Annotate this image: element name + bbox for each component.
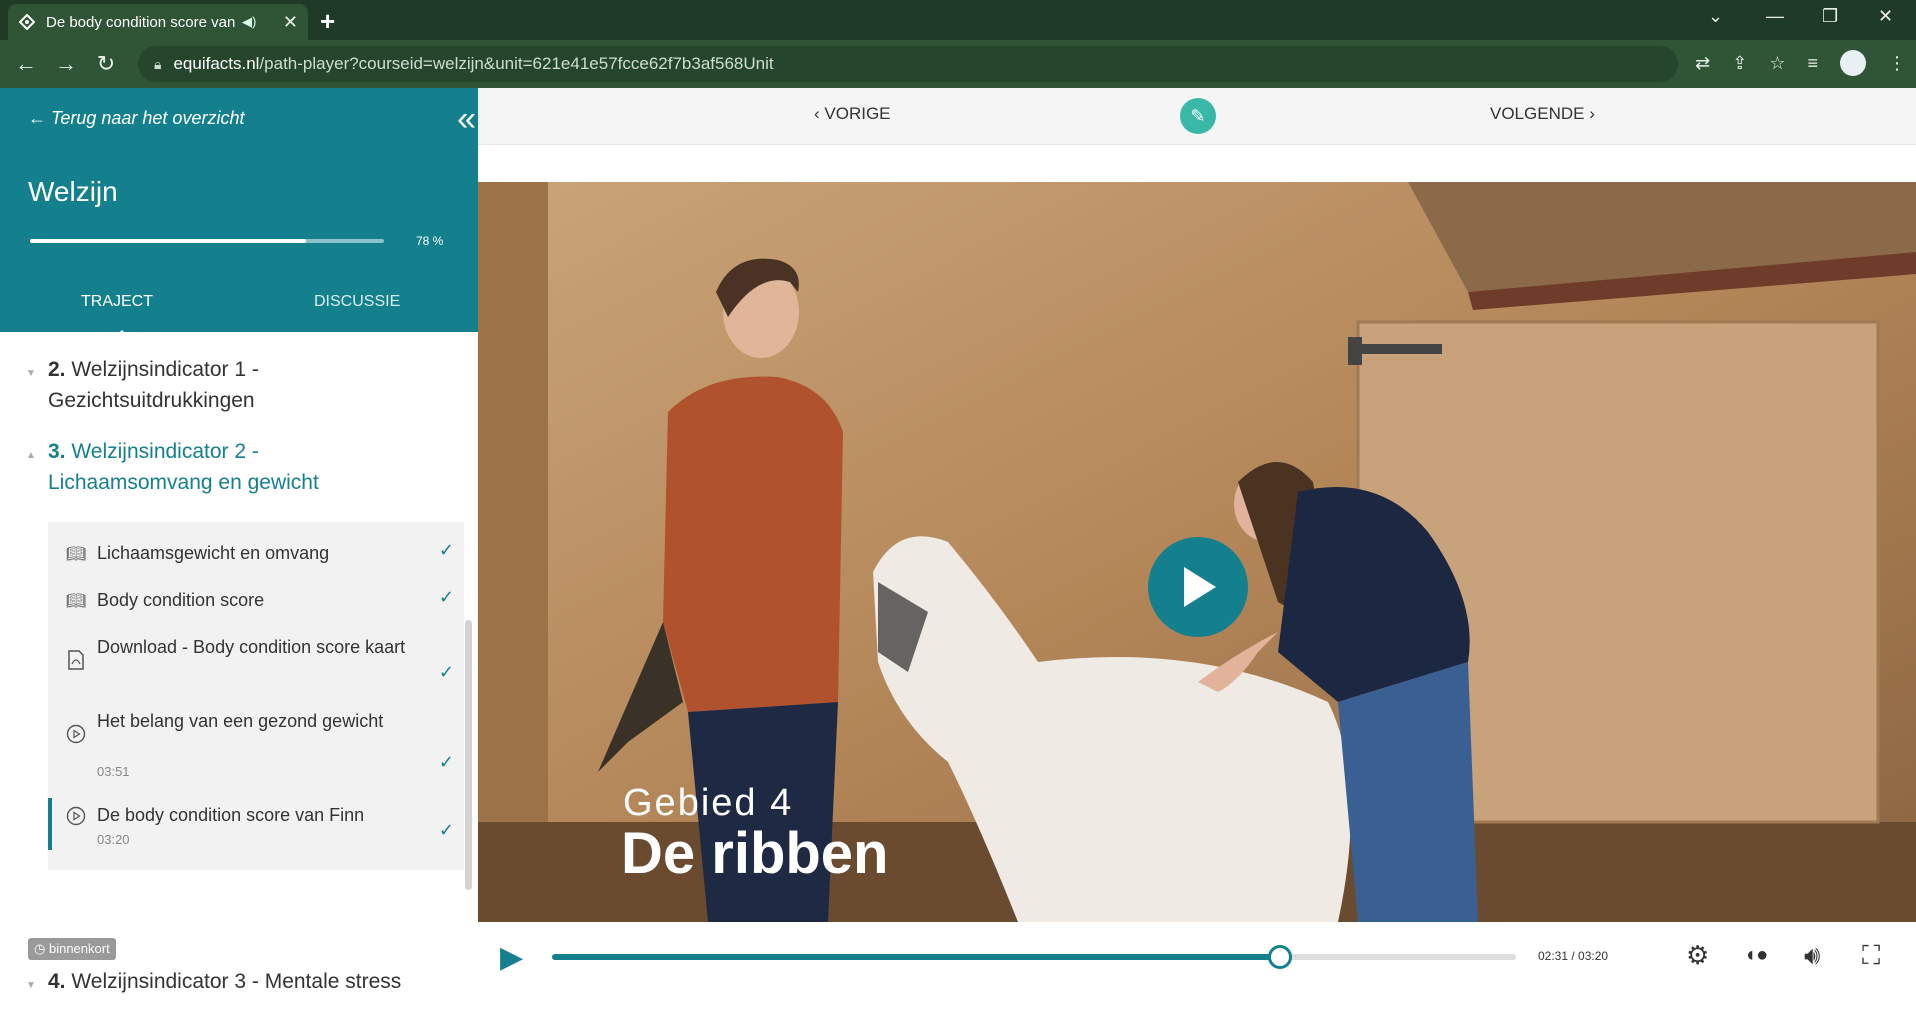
menu-kebab-icon[interactable]: ⋮ bbox=[1888, 53, 1906, 74]
sidebar-scrollbar[interactable] bbox=[465, 620, 472, 890]
url-host: equifacts.nl bbox=[173, 54, 260, 73]
chapter-caret-icon[interactable]: ▼ bbox=[26, 368, 36, 379]
completed-check-icon: ✓ bbox=[438, 752, 454, 772]
play-icon bbox=[1184, 567, 1216, 607]
coming-soon-label: binnenkort bbox=[48, 941, 110, 956]
chapter-3-number: 3. bbox=[48, 440, 66, 463]
course-progress-bar bbox=[30, 239, 384, 243]
course-progress-fill bbox=[30, 239, 307, 243]
back-arrow-icon[interactable]: ← bbox=[6, 51, 46, 77]
video-seek-bar[interactable] bbox=[552, 945, 1516, 969]
coming-soon-badge: ◷ binnenkort bbox=[28, 938, 116, 960]
previous-button[interactable]: ‹ VORIGE bbox=[814, 104, 891, 124]
video-controls: ▶ 02:31 / 03:20 ⚙ ◖● 🔊︎ ⛶ bbox=[478, 922, 1916, 992]
video-overlay-title: De ribben bbox=[621, 821, 889, 886]
reload-icon[interactable]: ↻ bbox=[86, 51, 126, 77]
close-window-button[interactable]: ✕ bbox=[1878, 6, 1893, 27]
new-tab-button[interactable]: + bbox=[320, 6, 335, 37]
next-label: VOLGENDE bbox=[1490, 104, 1585, 123]
video-icon bbox=[66, 806, 86, 826]
browser-titlebar: De body condition score van Finn ◀) ✕ + … bbox=[0, 0, 1916, 40]
arrow-left-icon: ← bbox=[28, 108, 52, 128]
lock-icon: 🔒︎ bbox=[154, 55, 162, 72]
bookmark-star-icon[interactable]: ☆ bbox=[1769, 53, 1785, 74]
chapter-4[interactable]: 4. Welzijnsindicator 3 - Mentale stress bbox=[48, 966, 428, 997]
url-path: /path-player?courseid=welzijn&unit=621e4… bbox=[259, 54, 774, 73]
unit-label: Download - Body condition score kaart bbox=[97, 637, 406, 657]
course-progress-label: 78 % bbox=[416, 234, 444, 248]
collapse-sidebar-icon[interactable]: « bbox=[457, 100, 476, 139]
video-icon bbox=[66, 724, 86, 744]
tab-traject[interactable]: TRAJECT bbox=[81, 293, 153, 339]
unit-duration: 03:51 bbox=[97, 764, 130, 779]
unit-label: De body condition score van Finn bbox=[97, 805, 365, 825]
chevron-left-icon: ‹ bbox=[814, 104, 825, 123]
sidebar-header: ← Terug naar het overzicht « Welzijn 78 … bbox=[0, 88, 478, 339]
browser-toolbar: ← → ↻ 🔒︎ equifacts.nl /path-player?cours… bbox=[0, 40, 1916, 88]
completed-check-icon: ✓ bbox=[438, 820, 454, 840]
next-button[interactable]: VOLGENDE › bbox=[1490, 104, 1595, 124]
video-seek-fill bbox=[552, 954, 1280, 960]
profile-avatar[interactable] bbox=[1840, 50, 1866, 76]
volume-icon[interactable]: 🔊︎ bbox=[1804, 940, 1820, 972]
unit-label: Body condition score bbox=[97, 590, 265, 610]
clock-icon: ◷ bbox=[34, 941, 49, 956]
big-play-button[interactable] bbox=[1148, 537, 1248, 637]
site-favicon-icon bbox=[18, 13, 36, 31]
settings-gear-icon[interactable]: ⚙ bbox=[1686, 940, 1709, 971]
media-control-icon[interactable]: ≡ bbox=[1807, 53, 1818, 74]
edit-pencil-icon[interactable]: ✎ bbox=[1180, 98, 1216, 134]
video-overlay-subtitle: Gebied 4 bbox=[623, 782, 794, 824]
video-time: 02:31 / 03:20 bbox=[1538, 949, 1609, 963]
unit-navigation: ‹ VORIGE ✎ VOLGENDE › bbox=[478, 88, 1916, 145]
video-player[interactable]: Gebied 4 De ribben bbox=[478, 182, 1916, 922]
tab-search-icon[interactable]: ⌄ bbox=[1708, 6, 1723, 27]
toggle-icon[interactable]: ◖● bbox=[1744, 944, 1768, 967]
translate-icon[interactable]: ⇄ bbox=[1695, 53, 1710, 74]
chapter-caret-icon[interactable]: ▼ bbox=[26, 980, 36, 991]
audio-playing-icon[interactable]: ◀) bbox=[242, 14, 256, 30]
play-icon[interactable]: ▶ bbox=[500, 940, 523, 975]
chapter-2-number: 2. bbox=[48, 358, 66, 381]
unit-list: 📖︎ Lichaamsgewicht en omvang ✓ 📖︎ Body c… bbox=[48, 522, 464, 870]
restore-button[interactable]: ❐ bbox=[1822, 6, 1838, 27]
previous-label: VORIGE bbox=[824, 104, 891, 123]
completed-check-icon: ✓ bbox=[438, 587, 454, 607]
browser-tab[interactable]: De body condition score van Finn ◀) ✕ bbox=[8, 4, 308, 40]
close-tab-icon[interactable]: ✕ bbox=[283, 12, 298, 33]
toolbar-icons: ⇄ ⇪ ☆ ≡ ⋮ bbox=[1695, 50, 1906, 76]
chapter-caret-icon[interactable]: ▲ bbox=[26, 450, 36, 461]
back-to-overview-label: Terug naar het overzicht bbox=[51, 108, 245, 128]
completed-check-icon: ✓ bbox=[438, 540, 454, 560]
address-bar[interactable]: 🔒︎ equifacts.nl /path-player?courseid=we… bbox=[138, 46, 1678, 82]
unit-label: Lichaamsgewicht en omvang bbox=[97, 543, 330, 563]
chapter-3-title: Welzijnsindicator 2 - Lichaamsomvang en … bbox=[48, 440, 319, 494]
unit-label: Het belang van een gezond gewicht bbox=[97, 711, 384, 731]
sidebar-outline: ▼ 2. Welzijnsindicator 1 - Gezichtsuitdr… bbox=[0, 332, 478, 1029]
pdf-icon bbox=[66, 650, 86, 670]
chevron-right-icon: › bbox=[1584, 104, 1595, 123]
video-seek-handle[interactable] bbox=[1267, 945, 1292, 969]
chapter-2-title: Welzijnsindicator 1 - Gezichtsuitdrukkin… bbox=[48, 358, 259, 412]
course-sidebar: ← Terug naar het overzicht « Welzijn 78 … bbox=[0, 88, 478, 1029]
active-unit-indicator bbox=[48, 798, 52, 850]
forward-arrow-icon[interactable]: → bbox=[46, 51, 86, 77]
fullscreen-icon[interactable]: ⛶ bbox=[1862, 940, 1880, 972]
share-icon[interactable]: ⇪ bbox=[1732, 53, 1747, 74]
minimize-button[interactable]: — bbox=[1766, 6, 1784, 27]
course-title: Welzijn bbox=[28, 176, 118, 207]
book-icon: 📖︎ bbox=[65, 546, 87, 563]
completed-check-icon: ✓ bbox=[438, 662, 454, 682]
chapter-2[interactable]: 2. Welzijnsindicator 1 - Gezichtsuitdruk… bbox=[48, 354, 428, 416]
unit-duration: 03:20 bbox=[97, 832, 130, 847]
book-icon: 📖︎ bbox=[65, 593, 87, 610]
tab-discussie[interactable]: DISCUSSIE bbox=[314, 293, 400, 311]
chapter-4-title: Welzijnsindicator 3 - Mentale stress bbox=[71, 970, 402, 993]
tab-title: De body condition score van Finn bbox=[46, 13, 236, 31]
back-to-overview-link[interactable]: ← Terug naar het overzicht bbox=[28, 108, 244, 129]
chapter-3[interactable]: 3. Welzijnsindicator 2 - Lichaamsomvang … bbox=[48, 436, 428, 498]
chapter-4-number: 4. bbox=[48, 970, 66, 993]
